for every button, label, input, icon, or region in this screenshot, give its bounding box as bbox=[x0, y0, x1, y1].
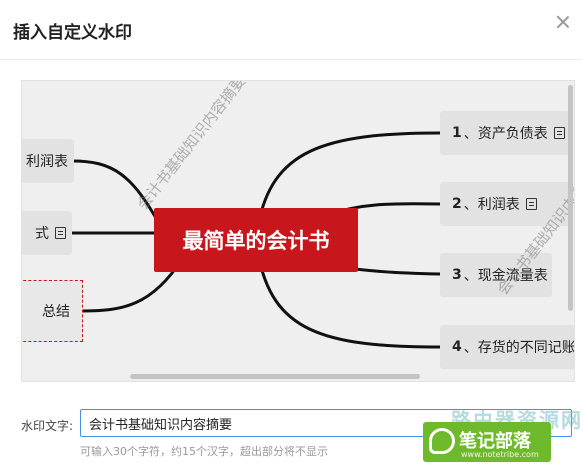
dialog-title: 插入自定义水印 bbox=[13, 23, 132, 43]
connector-left-1 bbox=[71, 159, 164, 230]
title-divider bbox=[0, 59, 583, 60]
node-number: 4 bbox=[452, 339, 462, 355]
node-label: 、存货的不同记账 bbox=[463, 340, 575, 356]
logo-url-text: www.notetribe.com bbox=[461, 450, 539, 459]
watermark-preview: 1 、资产负债表 2 、利润表 3 、现金流量表 4 、存货的不同记账 利润表 … bbox=[21, 80, 575, 382]
node-label: 、利润表 bbox=[463, 197, 520, 213]
summary-label: 总结 bbox=[42, 304, 70, 320]
close-icon[interactable] bbox=[555, 14, 571, 30]
mindmap-summary-node[interactable]: 总结 bbox=[22, 280, 83, 342]
watermark-text-label: 水印文字: bbox=[21, 419, 74, 433]
horizontal-scrollbar[interactable] bbox=[130, 374, 420, 379]
mindmap-node-left-1[interactable]: 利润表 bbox=[22, 139, 74, 183]
mindmap-node-2[interactable]: 2 、利润表 bbox=[440, 182, 570, 226]
watermark-text-input[interactable] bbox=[80, 409, 572, 437]
vertical-scrollbar[interactable] bbox=[568, 85, 573, 311]
node-label: 利润表 bbox=[26, 154, 68, 170]
input-hint: 可输入30个字符，约15个汉字，超出部分将不显示 bbox=[80, 445, 328, 458]
mindmap-node-left-2[interactable]: 式 bbox=[22, 211, 72, 255]
mindmap-node-4[interactable]: 4 、存货的不同记账 bbox=[440, 325, 575, 369]
node-label: 、现金流量表 bbox=[463, 268, 548, 284]
note-icon bbox=[525, 198, 537, 210]
node-number: 2 bbox=[452, 196, 462, 212]
mindmap-center-node[interactable]: 最简单的会计书 bbox=[154, 208, 358, 272]
node-label: 、资产负债表 bbox=[463, 126, 548, 142]
mindmap-node-3[interactable]: 3 、现金流量表 bbox=[440, 253, 552, 297]
node-number: 3 bbox=[452, 267, 462, 283]
note-icon bbox=[55, 227, 66, 239]
note-icon bbox=[553, 127, 565, 139]
mindmap-node-1[interactable]: 1 、资产负债表 bbox=[440, 111, 570, 155]
node-number: 1 bbox=[452, 125, 462, 141]
node-label: 式 bbox=[35, 226, 49, 242]
